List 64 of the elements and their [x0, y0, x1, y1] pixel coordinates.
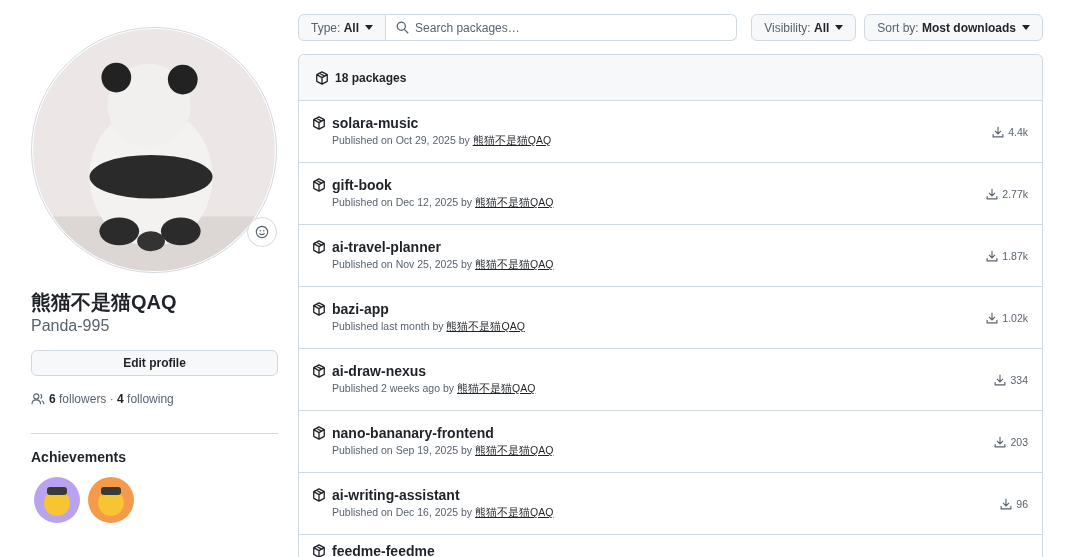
author-link[interactable]: 熊猫不是猫QAQ	[475, 258, 554, 272]
download-count: 1.02k	[1002, 311, 1028, 324]
author-link[interactable]: 熊猫不是猫QAQ	[446, 320, 525, 334]
package-count: 18 packages	[335, 70, 407, 85]
published-text: Published on Sep 19, 2025 by	[332, 444, 473, 458]
download-count: 4.4k	[1008, 125, 1028, 138]
author-link[interactable]: 熊猫不是猫QAQ	[475, 444, 554, 458]
achievement-badge-icon[interactable]	[88, 477, 134, 523]
package-icon	[315, 70, 329, 85]
published-text: Published on Oct 29, 2025 by	[332, 134, 470, 148]
download-icon	[986, 249, 999, 262]
visibility-filter-button[interactable]: Visibility: All	[751, 14, 857, 41]
smiley-icon	[255, 225, 269, 239]
download-count: 203	[1010, 435, 1028, 448]
download-icon	[994, 373, 1007, 386]
author-link[interactable]: 熊猫不是猫QAQ	[457, 382, 536, 396]
download-count: 1.87k	[1002, 249, 1028, 262]
download-icon	[1000, 497, 1013, 510]
achievements-heading: Achievements	[31, 449, 126, 465]
display-name: 熊猫不是猫QAQ	[31, 290, 177, 315]
edit-profile-button[interactable]: Edit profile	[31, 350, 278, 376]
package-name-link[interactable]: nano-bananary-frontend	[332, 425, 494, 441]
package-name-link[interactable]: solara-music	[332, 115, 419, 131]
published-text: Published on Nov 25, 2025 by	[332, 258, 473, 272]
search-icon	[396, 21, 410, 34]
published-text: Published on Dec 16, 2025 by	[332, 506, 473, 520]
people-icon	[31, 393, 45, 405]
published-text: Published on Dec 12, 2025 by	[332, 196, 473, 210]
search-field[interactable]: Search packages…	[386, 14, 738, 41]
caret-icon	[1022, 25, 1030, 30]
download-count: 2.77k	[1002, 187, 1028, 200]
download-count: 96	[1016, 497, 1028, 510]
emoji-status-button[interactable]	[247, 217, 277, 247]
package-icon	[312, 116, 326, 130]
package-icon	[312, 488, 326, 502]
sort-button[interactable]: Sort by: Most downloads	[864, 14, 1043, 41]
package-name-link[interactable]: bazi-app	[332, 301, 389, 317]
type-filter-button[interactable]: Type: All	[298, 14, 387, 41]
package-icon	[312, 364, 326, 378]
package-icon	[312, 302, 326, 316]
caret-icon	[365, 25, 374, 30]
download-count: 334	[1010, 373, 1028, 386]
download-icon	[992, 125, 1005, 138]
download-icon	[986, 311, 999, 324]
author-link[interactable]: 熊猫不是猫QAQ	[475, 196, 554, 210]
download-icon	[986, 187, 999, 200]
achievement-badge-icon[interactable]	[34, 477, 80, 523]
author-link[interactable]: 熊猫不是猫QAQ	[472, 134, 552, 148]
package-name-link[interactable]: ai-writing-assistant	[332, 487, 460, 503]
username: Panda-995	[31, 316, 110, 336]
package-name-link[interactable]: ai-draw-nexus	[332, 363, 427, 379]
package-name-link[interactable]: gift-book	[332, 177, 392, 193]
package-icon	[312, 426, 326, 440]
package-name-link[interactable]: feedme-feedme	[332, 543, 435, 557]
author-link[interactable]: 熊猫不是猫QAQ	[475, 506, 554, 520]
package-icon	[312, 544, 326, 557]
package-name-link[interactable]: ai-travel-planner	[332, 239, 441, 255]
package-icon	[312, 178, 326, 192]
download-icon	[994, 435, 1007, 448]
published-text: Published last month by	[332, 320, 444, 334]
package-icon	[312, 240, 326, 254]
caret-icon	[835, 25, 844, 30]
followers-following-text[interactable]: 6 followers · 4 following	[49, 392, 174, 406]
published-text: Published 2 weeks ago by	[332, 382, 454, 396]
